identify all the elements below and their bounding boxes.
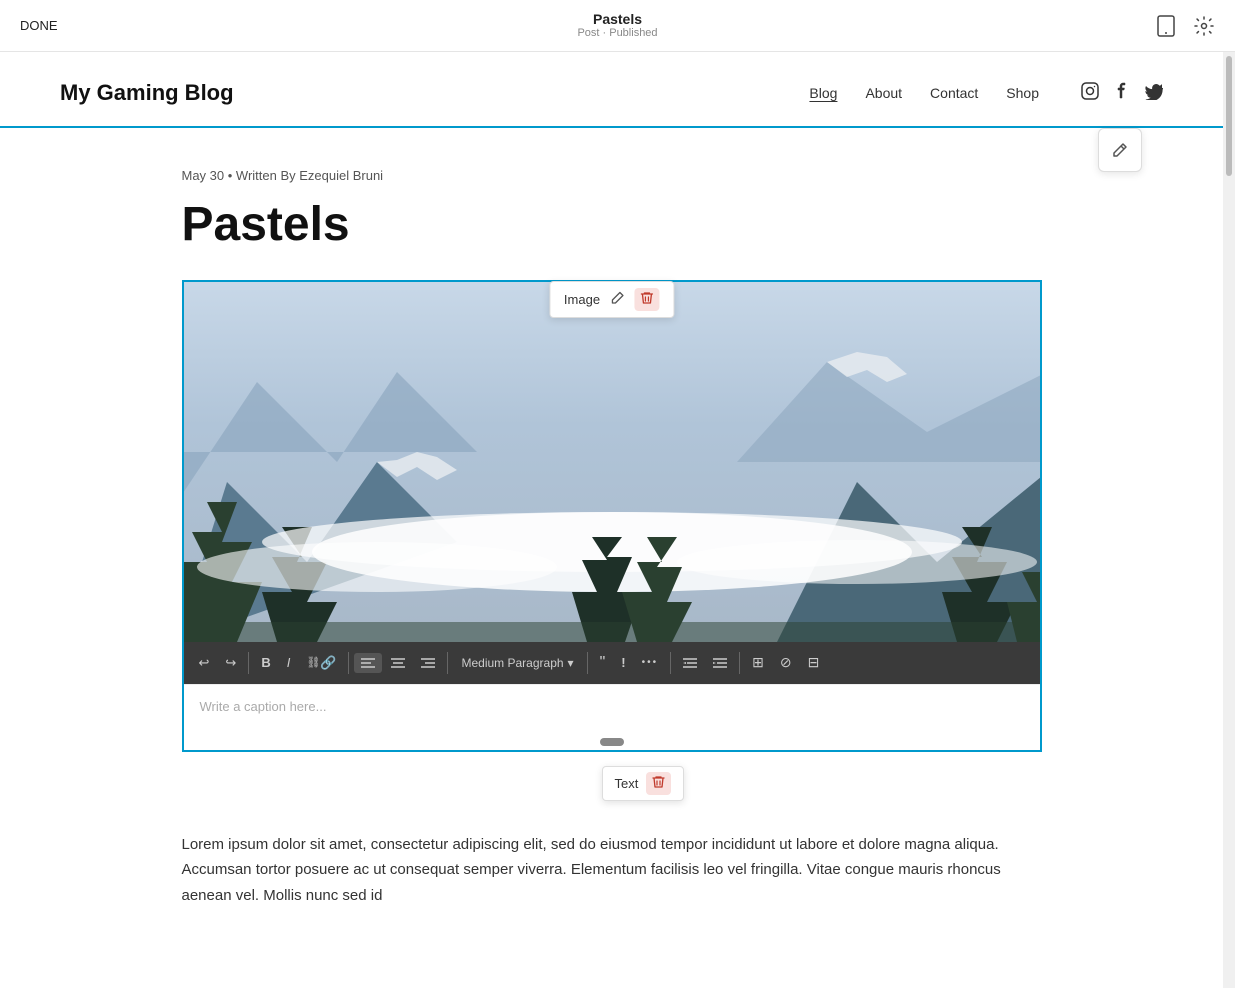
toolbar-divider-6 bbox=[739, 652, 740, 674]
instagram-icon[interactable] bbox=[1081, 82, 1099, 105]
post-meta: May 30 • Written By Ezequiel Bruni bbox=[182, 168, 1042, 183]
edit-float-button[interactable] bbox=[1098, 128, 1142, 172]
align-center-button[interactable] bbox=[384, 653, 412, 673]
twitter-icon[interactable] bbox=[1145, 82, 1163, 105]
image-toolbar: Image bbox=[549, 281, 674, 318]
image-block: Image bbox=[182, 280, 1042, 752]
content-area: My Gaming Blog Blog About Contact Shop bbox=[0, 52, 1223, 988]
nav-links: Blog About Contact Shop bbox=[809, 82, 1163, 105]
scrollbar-thumb[interactable] bbox=[1226, 56, 1232, 176]
post-status-label: Post · Published bbox=[577, 27, 657, 40]
post-title-label: Pastels bbox=[577, 11, 657, 28]
text-popup-label: Text bbox=[615, 776, 639, 791]
done-button[interactable]: DONE bbox=[20, 18, 58, 33]
align-right-button[interactable] bbox=[414, 653, 442, 673]
device-preview-icon[interactable] bbox=[1155, 15, 1177, 37]
caption-placeholder: Write a caption here... bbox=[200, 699, 327, 714]
toolbar-divider-3 bbox=[447, 652, 448, 674]
toolbar-divider-2 bbox=[348, 652, 349, 674]
topbar-right bbox=[1155, 15, 1215, 37]
image-toolbar-label: Image bbox=[564, 292, 600, 307]
circle-slash-button[interactable]: ⊘ bbox=[773, 650, 799, 675]
text-popup: Text bbox=[602, 766, 685, 801]
post-wrapper: May 30 • Written By Ezequiel Bruni Paste… bbox=[162, 128, 1062, 948]
table-button[interactable]: ⊞ bbox=[745, 650, 771, 675]
text-delete-button[interactable] bbox=[646, 772, 671, 795]
nav-link-about[interactable]: About bbox=[865, 85, 902, 101]
paragraph-style-label: Medium Paragraph bbox=[461, 656, 563, 670]
caption-area[interactable]: Write a caption here... bbox=[184, 684, 1040, 734]
social-icons bbox=[1081, 82, 1163, 105]
scrollbar-track bbox=[1223, 52, 1235, 988]
link-button[interactable]: 🔗 bbox=[299, 651, 343, 675]
topbar-center: Pastels Post · Published bbox=[577, 11, 657, 41]
nav-link-blog[interactable]: Blog bbox=[809, 85, 837, 101]
site-nav: My Gaming Blog Blog About Contact Shop bbox=[0, 52, 1223, 128]
dropdown-chevron: ▾ bbox=[568, 656, 574, 670]
post-image bbox=[184, 282, 1040, 642]
toolbar-divider-1 bbox=[248, 652, 249, 674]
exclamation-button[interactable]: ! bbox=[614, 651, 632, 674]
post-title-h1: Pastels bbox=[182, 199, 1042, 252]
facebook-icon[interactable] bbox=[1113, 82, 1131, 105]
more-options-button[interactable]: ••• bbox=[635, 653, 666, 672]
bold-button[interactable]: B bbox=[254, 651, 277, 674]
undo-button[interactable] bbox=[192, 651, 217, 675]
italic-button[interactable]: I bbox=[280, 651, 298, 674]
top-bar: DONE Pastels Post · Published bbox=[0, 0, 1235, 52]
blockquote-button[interactable]: " bbox=[593, 650, 613, 676]
nav-link-contact[interactable]: Contact bbox=[930, 85, 978, 101]
paragraph-style-dropdown[interactable]: Medium Paragraph ▾ bbox=[453, 652, 581, 674]
site-title: My Gaming Blog bbox=[60, 80, 234, 106]
outdent-button[interactable] bbox=[676, 653, 704, 673]
redo-button[interactable] bbox=[218, 651, 243, 675]
toolbar-divider-4 bbox=[587, 652, 588, 674]
text-block: Text Lorem ipsum dolor sit amet, consect… bbox=[182, 752, 1042, 909]
image-delete-button[interactable] bbox=[634, 288, 659, 311]
settings-icon[interactable] bbox=[1193, 15, 1215, 37]
nav-link-shop[interactable]: Shop bbox=[1006, 85, 1039, 101]
main-scroll: My Gaming Blog Blog About Contact Shop bbox=[0, 52, 1235, 988]
trash-toolbar-button[interactable]: ⊟ bbox=[801, 650, 827, 675]
toolbar-divider-5 bbox=[670, 652, 671, 674]
text-format-toolbar: B I 🔗 bbox=[184, 642, 1040, 684]
align-left-button[interactable] bbox=[354, 653, 382, 673]
image-edit-button[interactable] bbox=[610, 291, 624, 308]
resize-handle[interactable] bbox=[184, 734, 1040, 750]
indent-button[interactable] bbox=[706, 653, 734, 673]
resize-handle-dot bbox=[600, 738, 624, 746]
